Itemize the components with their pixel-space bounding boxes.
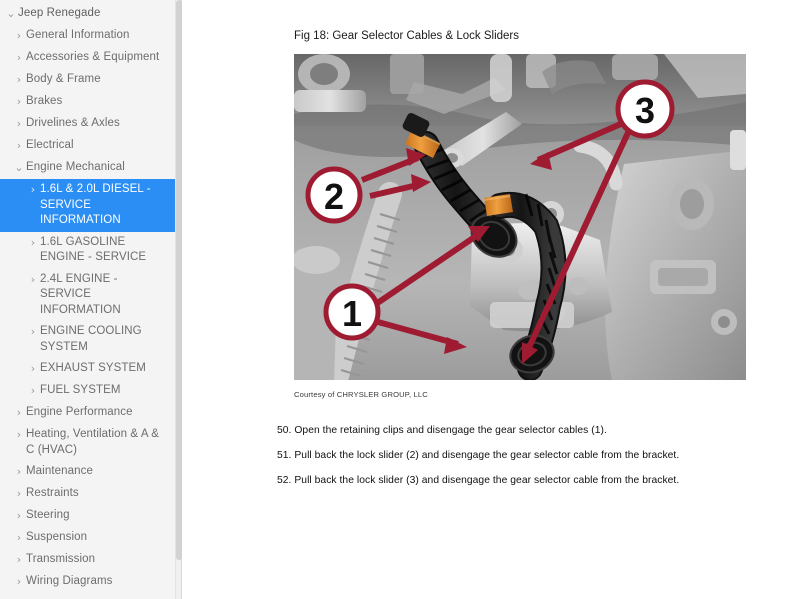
- sidebar-item-2-4l-engine-service-information[interactable]: › 2.4L ENGINE - SERVICE INFORMATION: [0, 269, 175, 322]
- sidebar-item-fuel-system[interactable]: › FUEL SYSTEM: [0, 380, 175, 402]
- chevron-right-icon[interactable]: ›: [26, 182, 40, 197]
- chevron-down-icon[interactable]: ⌄: [12, 160, 26, 175]
- sidebar-item-label: Suspension: [26, 531, 88, 543]
- chevron-right-icon[interactable]: ›: [12, 138, 26, 153]
- sidebar-item-1-6l-2-0l-diesel-service-information[interactable]: › 1.6L & 2.0L DIESEL - SERVICE INFORMATIO…: [0, 179, 175, 232]
- procedure-step: 52. Pull back the lock slider (3) and di…: [277, 475, 680, 486]
- chevron-right-icon[interactable]: ›: [12, 427, 26, 442]
- chevron-right-icon[interactable]: ›: [12, 486, 26, 501]
- service-manual-window: ⌄ Jeep Renegade › General Information › Acces…: [0, 0, 800, 599]
- chevron-right-icon[interactable]: ›: [26, 324, 40, 339]
- chevron-right-icon[interactable]: ›: [12, 530, 26, 545]
- sidebar-item-engine-cooling-system[interactable]: › ENGINE COOLING SYSTEM: [0, 321, 175, 358]
- sidebar-item-general-information[interactable]: › General Information: [0, 25, 175, 47]
- sidebar-item-drivelines-axles[interactable]: › Drivelines & Axles: [0, 113, 175, 135]
- sidebar-item-label: General Information: [26, 29, 130, 41]
- sidebar: ⌄ Jeep Renegade › General Information › Acces…: [0, 0, 182, 599]
- sidebar-item-jeep-renegade[interactable]: ⌄ Jeep Renegade: [0, 3, 175, 25]
- sidebar-item-heating-ventilation-a-c-hvac[interactable]: › Heating, Ventilation & A & C (HVAC): [0, 424, 175, 461]
- sidebar-item-label: Jeep Renegade: [18, 7, 101, 19]
- figure-title: Fig 18: Gear Selector Cables & Lock Slid…: [294, 30, 519, 42]
- svg-text:2: 2: [324, 176, 344, 217]
- content-pane: Fig 18: Gear Selector Cables & Lock Slid…: [182, 0, 800, 599]
- sidebar-item-label: 1.6L & 2.0L DIESEL - SERVICE INFORMATION: [40, 183, 151, 226]
- sidebar-item-electrical[interactable]: › Electrical: [0, 135, 175, 157]
- chevron-right-icon[interactable]: ›: [12, 464, 26, 479]
- chevron-down-icon[interactable]: ⌄: [4, 6, 18, 21]
- chevron-right-icon[interactable]: ›: [26, 235, 40, 250]
- svg-text:3: 3: [635, 90, 655, 131]
- gear-selector-cables-photo: 1 2 3: [294, 54, 746, 380]
- procedure-steps: 50. Open the retaining clips and disenga…: [277, 424, 800, 499]
- sidebar-item-exhaust-system[interactable]: › EXHAUST SYSTEM: [0, 358, 175, 380]
- sidebar-item-maintenance[interactable]: › Maintenance: [0, 461, 175, 483]
- sidebar-item-label: Engine Mechanical: [26, 161, 125, 173]
- navigation-tree[interactable]: ⌄ Jeep Renegade › General Information › Acces…: [0, 0, 175, 599]
- sidebar-item-label: Brakes: [26, 95, 63, 107]
- chevron-right-icon[interactable]: ›: [12, 72, 26, 87]
- sidebar-item-1-6l-gasoline-engine-service[interactable]: › 1.6L GASOLINE ENGINE - SERVICE: [0, 232, 175, 269]
- sidebar-item-label: Heating, Ventilation & A & C (HVAC): [26, 428, 160, 456]
- chevron-right-icon[interactable]: ›: [12, 552, 26, 567]
- sidebar-item-body-frame[interactable]: › Body & Frame: [0, 69, 175, 91]
- sidebar-item-label: Accessories & Equipment: [26, 51, 160, 63]
- sidebar-item-label: 2.4L ENGINE - SERVICE INFORMATION: [40, 272, 121, 316]
- chevron-right-icon[interactable]: ›: [26, 361, 40, 376]
- sidebar-item-wiring-diagrams[interactable]: › Wiring Diagrams: [0, 571, 175, 593]
- procedure-step: 50. Open the retaining clips and disenga…: [277, 425, 607, 436]
- sidebar-item-label: ENGINE COOLING SYSTEM: [40, 325, 142, 353]
- sidebar-item-steering[interactable]: › Steering: [0, 505, 175, 527]
- chevron-right-icon[interactable]: ›: [12, 405, 26, 420]
- sidebar-item-label: EXHAUST SYSTEM: [40, 362, 146, 374]
- sidebar-item-suspension[interactable]: › Suspension: [0, 527, 175, 549]
- sidebar-item-label: 1.6L GASOLINE ENGINE - SERVICE: [40, 235, 147, 264]
- sidebar-item-engine-mechanical[interactable]: ⌄ Engine Mechanical: [0, 157, 175, 179]
- svg-text:1: 1: [342, 293, 362, 334]
- sidebar-item-brakes[interactable]: › Brakes: [0, 91, 175, 113]
- sidebar-item-label: Restraints: [26, 487, 79, 499]
- sidebar-item-accessories-equipment[interactable]: › Accessories & Equipment: [0, 47, 175, 69]
- procedure-step: 51. Pull back the lock slider (2) and di…: [277, 450, 680, 461]
- chevron-right-icon[interactable]: ›: [12, 28, 26, 43]
- sidebar-item-transmission[interactable]: › Transmission: [0, 549, 175, 571]
- sidebar-item-label: Maintenance: [26, 465, 93, 477]
- sidebar-item-label: Body & Frame: [26, 73, 101, 85]
- callout-marker-1: 1: [323, 283, 381, 341]
- sidebar-item-label: Wiring Diagrams: [26, 575, 113, 587]
- sidebar-item-label: FUEL SYSTEM: [40, 384, 121, 396]
- sidebar-item-label: Electrical: [26, 139, 74, 151]
- sidebar-item-restraints[interactable]: › Restraints: [0, 483, 175, 505]
- chevron-right-icon[interactable]: ›: [26, 383, 40, 398]
- chevron-right-icon[interactable]: ›: [12, 574, 26, 589]
- sidebar-item-label: Engine Performance: [26, 406, 133, 418]
- sidebar-scrollbar-track[interactable]: [175, 0, 182, 599]
- sidebar-item-label: Drivelines & Axles: [26, 117, 120, 129]
- chevron-right-icon[interactable]: ›: [26, 272, 40, 287]
- figure-credit: Courtesy of CHRYSLER GROUP, LLC: [294, 390, 428, 399]
- callout-marker-3: 3: [615, 79, 675, 139]
- chevron-right-icon[interactable]: ›: [12, 116, 26, 131]
- sidebar-item-label: Steering: [26, 509, 70, 521]
- callout-marker-2: 2: [305, 166, 363, 224]
- chevron-right-icon[interactable]: ›: [12, 50, 26, 65]
- sidebar-item-label: Transmission: [26, 553, 96, 565]
- photo-illustration: 1 2 3: [294, 54, 746, 380]
- chevron-right-icon[interactable]: ›: [12, 94, 26, 109]
- sidebar-item-engine-performance[interactable]: › Engine Performance: [0, 402, 175, 424]
- chevron-right-icon[interactable]: ›: [12, 508, 26, 523]
